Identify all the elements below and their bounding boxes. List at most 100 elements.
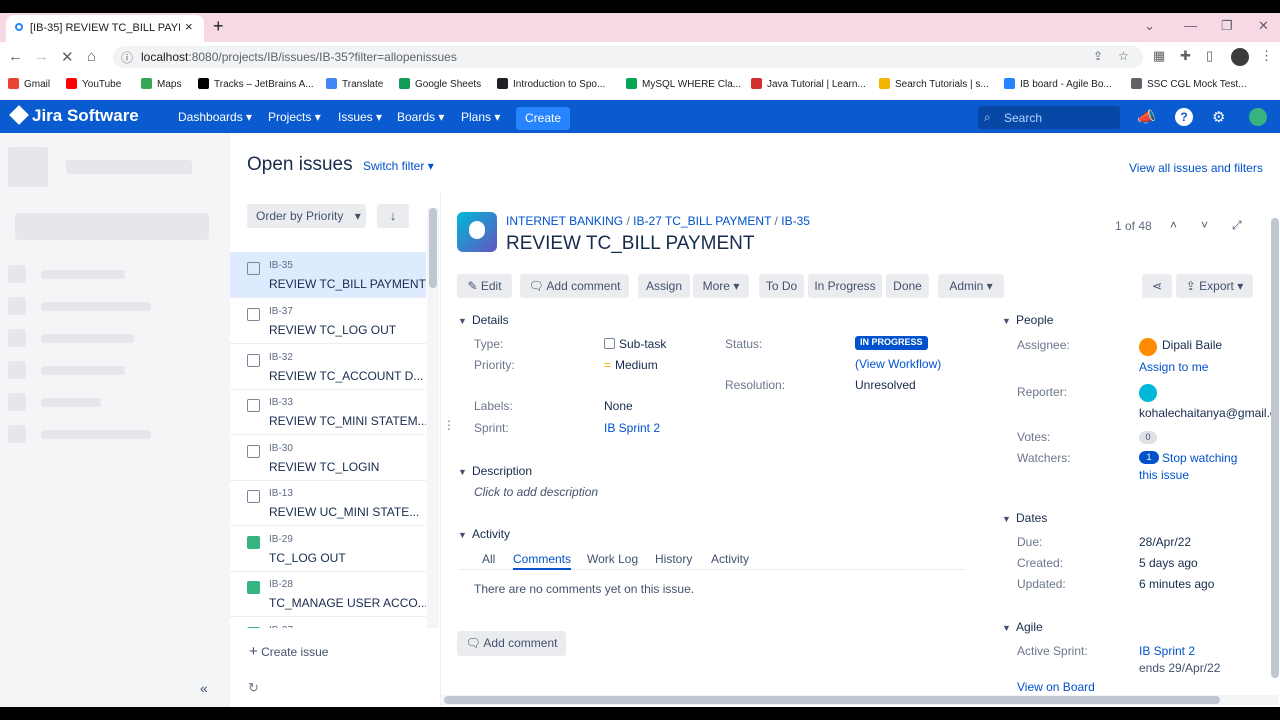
nav-plans[interactable]: Plans ▾: [461, 110, 500, 124]
extensions-icon[interactable]: ✚: [1180, 48, 1191, 64]
user-avatar[interactable]: [1249, 108, 1267, 126]
activity-section-toggle[interactable]: ▼ Activity: [458, 527, 510, 541]
collapse-sidebar-icon[interactable]: «: [200, 680, 208, 696]
list-item[interactable]: IB-33 REVIEW TC_MINI STATEM...: [230, 389, 426, 435]
breadcrumb-parent-link[interactable]: IB-27 TC_BILL PAYMENT: [633, 214, 771, 228]
refresh-icon[interactable]: ↻: [248, 680, 259, 696]
minimize-icon[interactable]: —: [1184, 18, 1197, 33]
site-info-icon[interactable]: ⓘ: [121, 49, 133, 66]
dates-section-toggle[interactable]: ▼ Dates: [1002, 511, 1047, 525]
in-progress-button[interactable]: In Progress: [808, 274, 882, 298]
bookmark-item[interactable]: YouTube: [66, 78, 121, 90]
sort-direction-button[interactable]: ↓: [377, 204, 409, 228]
profile-avatar[interactable]: [1231, 48, 1249, 66]
view-all-issues-link[interactable]: View all issues and filters: [1129, 161, 1263, 175]
bookmark-item[interactable]: Tracks – JetBrains A...: [198, 78, 314, 90]
bookmark-item[interactable]: IB board - Agile Bo...: [1004, 78, 1112, 90]
list-item[interactable]: IB-27: [230, 617, 426, 628]
list-item[interactable]: IB-37 REVIEW TC_LOG OUT: [230, 298, 426, 344]
people-section-toggle[interactable]: ▼ People: [1002, 313, 1053, 327]
list-item[interactable]: IB-28 TC_MANAGE USER ACCO...: [230, 571, 426, 617]
admin-button[interactable]: Admin ▾: [938, 274, 1004, 298]
close-window-icon[interactable]: ✕: [1258, 18, 1269, 34]
tab-history[interactable]: History: [655, 552, 692, 566]
tab-work-log[interactable]: Work Log: [587, 552, 638, 566]
breadcrumb-project-link[interactable]: INTERNET BANKING: [506, 214, 623, 228]
new-tab-icon[interactable]: +: [213, 16, 224, 37]
bookmark-item[interactable]: Java Tutorial | Learn...: [751, 78, 866, 90]
issue-title[interactable]: REVIEW TC_BILL PAYMENT: [506, 233, 754, 255]
nav-projects[interactable]: Projects ▾: [268, 110, 321, 124]
menu-icon[interactable]: ⋮: [1260, 48, 1273, 64]
address-bar[interactable]: ⓘ localhost:8080/projects/IB/issues/IB-3…: [113, 46, 1143, 68]
description-section-toggle[interactable]: ▼ Description: [458, 464, 532, 478]
forward-icon[interactable]: →: [34, 48, 49, 65]
export-button[interactable]: ⇪ Export ▾: [1176, 274, 1253, 298]
bookmark-item[interactable]: Introduction to Spo...: [497, 78, 605, 90]
tab-comments[interactable]: Comments: [513, 552, 572, 570]
settings-gear-icon[interactable]: ⚙: [1212, 108, 1225, 126]
active-sprint-link[interactable]: IB Sprint 2: [1139, 644, 1195, 658]
nav-issues[interactable]: Issues ▾: [338, 110, 382, 124]
bookmark-item[interactable]: SSC CGL Mock Test...: [1131, 78, 1246, 90]
assignee-value[interactable]: Dipali Baile: [1162, 338, 1222, 352]
maximize-icon[interactable]: ❐: [1221, 18, 1233, 34]
order-by-dropdown[interactable]: Order by Priority ▾: [247, 204, 366, 228]
assign-to-me-link[interactable]: Assign to me: [1139, 360, 1208, 374]
bookmark-item[interactable]: Gmail: [8, 78, 50, 90]
reporter-value[interactable]: kohalechaitanya@gmail.c: [1139, 406, 1276, 420]
create-issue-button[interactable]: + Create issue: [249, 643, 328, 660]
labels-value[interactable]: None: [604, 399, 633, 413]
bookmark-star-icon[interactable]: ☆: [1118, 49, 1129, 63]
create-button[interactable]: Create: [516, 107, 570, 130]
done-button[interactable]: Done: [886, 274, 929, 298]
more-button[interactable]: More ▾: [693, 274, 749, 298]
votes-count-badge[interactable]: 0: [1139, 431, 1157, 444]
bookmark-item[interactable]: Google Sheets: [399, 78, 481, 90]
list-item[interactable]: IB-32 REVIEW TC_ACCOUNT D...: [230, 344, 426, 390]
tab-search-icon[interactable]: ⌄: [1144, 18, 1155, 34]
scrollbar-thumb[interactable]: [429, 208, 437, 288]
resize-handle-icon[interactable]: ⋮: [443, 418, 455, 432]
back-icon[interactable]: ←: [8, 48, 23, 65]
view-on-board-link[interactable]: View on Board: [1017, 680, 1095, 694]
close-tab-icon[interactable]: ×: [185, 19, 193, 34]
assign-button[interactable]: Assign: [638, 274, 690, 298]
bookmark-item[interactable]: Search Tutorials | s...: [879, 78, 989, 90]
help-icon[interactable]: ?: [1175, 108, 1193, 126]
list-item[interactable]: IB-29 TC_LOG OUT: [230, 526, 426, 572]
jira-logo[interactable]: Jira Software: [9, 105, 139, 126]
stop-watching-link-line2[interactable]: this issue: [1139, 468, 1189, 482]
chevron-up-icon[interactable]: ˄: [1170, 218, 1177, 232]
list-item[interactable]: IB-35 REVIEW TC_BILL PAYMENT: [230, 252, 426, 298]
edit-button[interactable]: ✎ Edit: [457, 274, 512, 298]
watchers-count-badge[interactable]: 1: [1139, 451, 1159, 464]
add-comment-button[interactable]: 🗨 Add comment: [520, 274, 629, 298]
view-workflow-link[interactable]: (View Workflow): [855, 357, 941, 371]
chevron-down-icon[interactable]: ˅: [1201, 218, 1208, 232]
notifications-icon[interactable]: 📣: [1137, 108, 1156, 126]
bookmark-item[interactable]: Translate: [326, 78, 383, 90]
share-button[interactable]: ⋖: [1142, 274, 1172, 298]
breadcrumb-issue-link[interactable]: IB-35: [781, 214, 810, 228]
bookmark-item[interactable]: Maps: [141, 78, 181, 90]
nav-boards[interactable]: Boards ▾: [397, 110, 444, 124]
switch-filter-button[interactable]: Switch filter ▾: [363, 159, 434, 173]
side-panel-icon[interactable]: ▯: [1206, 48, 1213, 64]
list-item[interactable]: IB-30 REVIEW TC_LOGIN: [230, 435, 426, 481]
list-item[interactable]: IB-13 REVIEW UC_MINI STATE...: [230, 480, 426, 526]
details-section-toggle[interactable]: ▼ Details: [458, 313, 509, 327]
description-field[interactable]: Click to add description: [474, 485, 598, 499]
sprint-link[interactable]: IB Sprint 2: [604, 421, 660, 435]
detail-scrollbar-thumb[interactable]: [1271, 218, 1279, 678]
stop-loading-icon[interactable]: ✕: [61, 48, 74, 66]
nav-dashboards[interactable]: Dashboards ▾: [178, 110, 252, 124]
tab-activity[interactable]: Activity: [711, 552, 749, 566]
horizontal-scrollbar-thumb[interactable]: [444, 696, 1220, 704]
stop-watching-link[interactable]: Stop watching: [1162, 451, 1237, 465]
bookmark-item[interactable]: MySQL WHERE Cla...: [626, 78, 741, 90]
reading-list-icon[interactable]: ▦: [1153, 48, 1165, 64]
todo-button[interactable]: To Do: [759, 274, 804, 298]
home-icon[interactable]: ⌂: [87, 48, 96, 65]
agile-section-toggle[interactable]: ▼ Agile: [1002, 620, 1043, 634]
